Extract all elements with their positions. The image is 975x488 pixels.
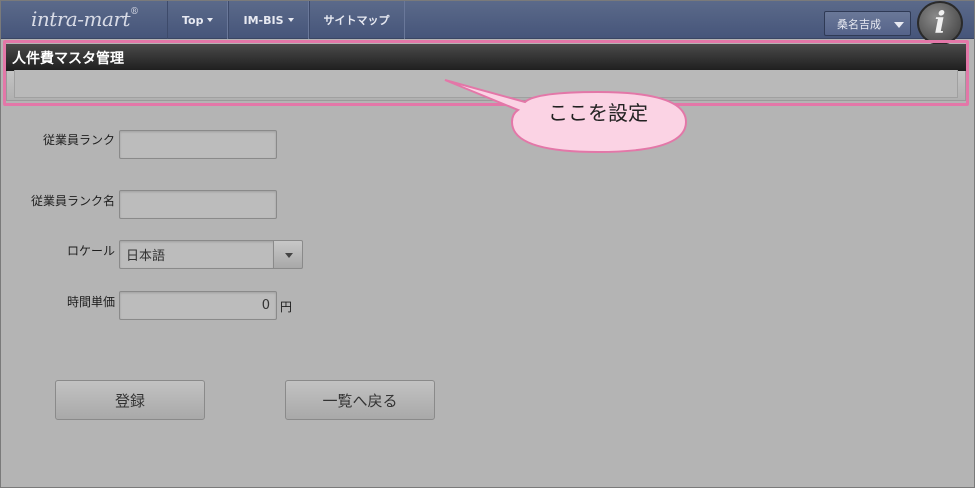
register-button[interactable]: 登録	[55, 380, 205, 420]
locale-select[interactable]: 日本語	[119, 240, 275, 269]
chevron-down-icon	[287, 18, 294, 22]
rank-name-label: 従業員ランク名	[30, 194, 115, 208]
locale-label: ロケール	[66, 244, 115, 258]
hourly-rate-label: 時間単価	[66, 295, 115, 309]
hourly-rate-input[interactable]: 0	[119, 291, 277, 320]
user-menu-button[interactable]: 桑名吉成	[824, 11, 911, 36]
nav-item-sitemap[interactable]: サイトマップ	[308, 1, 405, 39]
top-navbar: intra-mart® Top IM-BIS サイトマップ 桑名吉成	[1, 1, 974, 39]
hourly-rate-unit: 円	[280, 300, 293, 314]
callout-text: ここを設定	[548, 101, 648, 125]
locale-dropdown-button[interactable]	[273, 240, 303, 269]
rank-input[interactable]	[119, 130, 277, 159]
nav-item-top[interactable]: Top	[167, 1, 229, 39]
back-to-list-button[interactable]: 一覧へ戻る	[285, 380, 435, 420]
info-icon[interactable]: i	[917, 1, 963, 45]
chevron-down-icon	[207, 18, 214, 22]
chevron-down-icon	[894, 22, 904, 28]
nav-item-im-bis[interactable]: IM-BIS	[228, 1, 309, 39]
rank-label: 従業員ランク	[42, 133, 115, 147]
rank-name-input[interactable]	[119, 190, 277, 219]
intra-mart-logo[interactable]: intra-mart®	[31, 7, 139, 35]
nav-menu: Top IM-BIS サイトマップ	[167, 1, 405, 39]
